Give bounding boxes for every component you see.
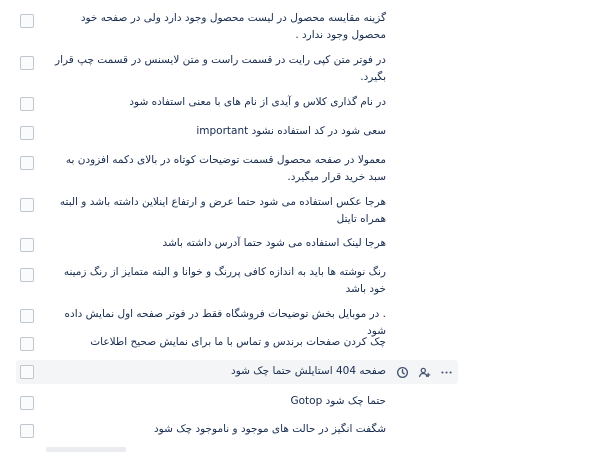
checkbox[interactable] (20, 238, 34, 252)
checklist-item-hovered[interactable]: صفحه 404 استایلش حتما چک شود (16, 360, 458, 384)
checklist-item[interactable]: در فوتر متن کپی رایت در قسمت راست و متن … (16, 50, 458, 88)
checklist-item-text: معمولا در صفحه محصول قسمت توضیحات کوتاه … (65, 154, 386, 183)
checklist-item-text: هرجا عکس استفاده می شود حتما عرض و ارتفا… (59, 196, 386, 225)
checklist-item[interactable]: سعی شود در کد استفاده نشود important (16, 122, 458, 144)
add-item-button-edge[interactable] (46, 447, 126, 452)
clock-icon[interactable] (394, 364, 410, 380)
checkbox[interactable] (20, 365, 34, 379)
checkbox[interactable] (20, 97, 34, 111)
checklist-item-text: شگفت انگیز در حالت های موجود و ناموجود چ… (153, 423, 386, 435)
checkbox[interactable] (20, 309, 34, 323)
checklist-item-text: حتما چک شود Gotop (290, 395, 386, 407)
checkbox[interactable] (20, 156, 34, 170)
checkbox[interactable] (20, 424, 34, 438)
checkbox[interactable] (20, 396, 34, 410)
checklist-item[interactable]: در نام گذاری کلاس و آیدی از نام های با م… (16, 93, 458, 115)
checklist-item[interactable]: چک کردن صفحات برندس و تماس با ما برای نم… (16, 333, 458, 355)
checkbox[interactable] (20, 337, 34, 351)
checkbox[interactable] (20, 126, 34, 140)
assign-user-icon[interactable] (416, 364, 432, 380)
checklist-item[interactable]: . در موبایل بخش توضیحات فروشگاه فقط در ف… (16, 305, 458, 337)
checklist-item-text: هرجا لینک استفاده می شود حتما آدرس داشته… (162, 237, 386, 249)
checklist-item-text: صفحه 404 استایلش حتما چک شود (231, 365, 386, 377)
checkbox[interactable] (20, 56, 34, 70)
checklist-item-text: سعی شود در کد استفاده نشود important (196, 125, 386, 137)
checkbox[interactable] (20, 198, 34, 212)
checklist-item-text: در فوتر متن کپی رایت در قسمت راست و متن … (55, 54, 386, 83)
checklist-item-text: چک کردن صفحات برندس و تماس با ما برای نم… (90, 336, 386, 348)
checklist-item[interactable]: هرجا لینک استفاده می شود حتما آدرس داشته… (16, 234, 458, 256)
checklist-item[interactable]: گزینه مقایسه محصول در لیست محصول وجود دا… (16, 8, 458, 46)
checklist-item[interactable]: هرجا عکس استفاده می شود حتما عرض و ارتفا… (16, 192, 458, 230)
more-icon[interactable] (438, 364, 454, 380)
checklist-item[interactable]: معمولا در صفحه محصول قسمت توضیحات کوتاه … (16, 150, 458, 188)
checklist-item[interactable]: رنگ نوشته ها باید به اندازه کافی پررنگ و… (16, 262, 458, 300)
checklist-item[interactable]: حتما چک شود Gotop (16, 392, 458, 414)
checklist-item-text: رنگ نوشته ها باید به اندازه کافی پررنگ و… (63, 266, 386, 295)
item-actions (394, 364, 454, 380)
checklist-item-text: در نام گذاری کلاس و آیدی از نام های با م… (129, 96, 386, 108)
checkbox[interactable] (20, 268, 34, 282)
checkbox[interactable] (20, 14, 34, 28)
checklist-item-text: گزینه مقایسه محصول در لیست محصول وجود دا… (80, 12, 386, 41)
checklist-item[interactable]: شگفت انگیز در حالت های موجود و ناموجود چ… (16, 420, 458, 442)
